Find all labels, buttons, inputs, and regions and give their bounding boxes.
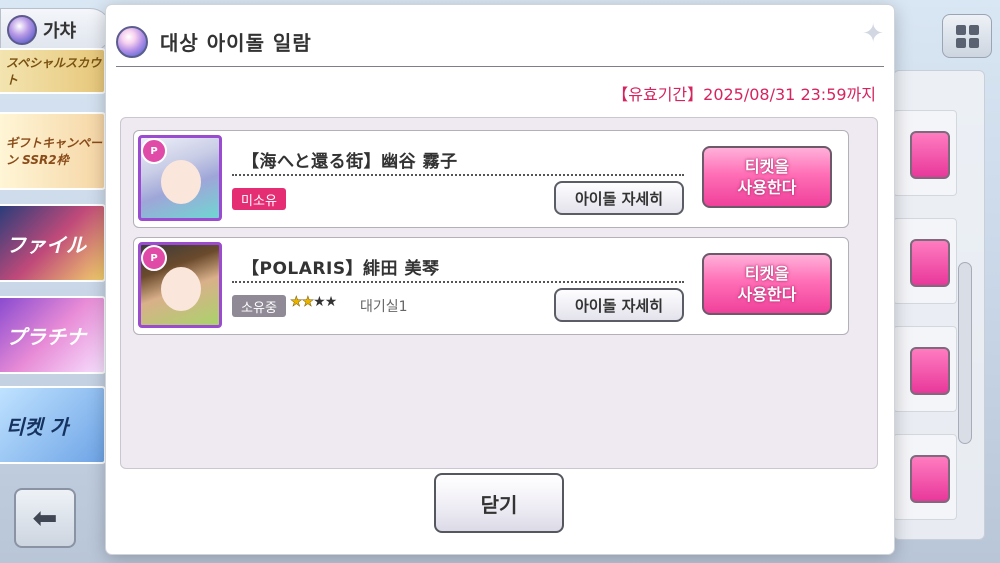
gacha-banner[interactable]: ファイル (0, 204, 106, 282)
menu-grid-button[interactable] (942, 14, 992, 58)
star-rating: ★★★★ (290, 294, 338, 311)
p-badge-icon: P (141, 245, 167, 271)
idol-detail-button[interactable]: 아이돌 자세히 (554, 288, 684, 322)
ownership-badge: 소유중 (232, 295, 286, 317)
dotted-divider (232, 174, 684, 176)
idol-row: P 【海へと還る街】幽谷 霧子 미소유 아이돌 자세히 티켓을 사용한다 (133, 130, 849, 228)
idol-detail-button[interactable]: 아이돌 자세히 (554, 181, 684, 215)
gacha-banner[interactable]: プラチナ (0, 296, 106, 374)
idol-portrait[interactable]: P (138, 242, 222, 328)
use-ticket-label: 티켓을 (744, 264, 790, 283)
background-card (893, 434, 957, 520)
gacha-banner[interactable]: スペシャルスカウト (0, 48, 106, 94)
use-ticket-label: 사용한다 (737, 178, 797, 197)
dialog-header: 대상 아이돌 일람 ✦ (116, 17, 884, 67)
gacha-header-title: 가챠 (43, 21, 77, 42)
gacha-banner[interactable]: ギフトキャンペーン SSR2枠 (0, 112, 106, 190)
background-scrollbar[interactable] (958, 262, 972, 444)
star-empty-icon: ★ (313, 294, 326, 310)
back-button[interactable]: ⬅ (14, 488, 76, 548)
room-label: 대기실1 (360, 299, 408, 315)
gacha-header[interactable]: 가챠 (0, 8, 112, 52)
gacha-orb-icon (116, 25, 148, 58)
star-empty-icon: ★ (324, 294, 338, 310)
idol-row: P 【POLARIS】緋田 美琴 소유중 ★★★★ 대기실1 아이돌 자세히 티… (133, 237, 849, 335)
idol-portrait[interactable]: P (138, 135, 222, 221)
validity-period: 【유효기간】2025/08/31 23:59까지 (612, 85, 876, 104)
background-card (893, 218, 957, 304)
idol-list: P 【海へと還る街】幽谷 霧子 미소유 아이돌 자세히 티켓을 사용한다 P 【… (120, 117, 878, 469)
target-idol-list-dialog: 대상 아이돌 일람 ✦ 【유효기간】2025/08/31 23:59까지 P 【… (106, 5, 894, 554)
grid-icon (955, 24, 979, 48)
gacha-orb-icon (7, 15, 37, 45)
use-ticket-button[interactable]: 티켓을 사용한다 (702, 253, 832, 315)
use-ticket-label: 사용한다 (737, 285, 797, 304)
star-filled-icon: ★ (290, 294, 303, 311)
idol-name: 【POLARIS】緋田 美琴 (242, 259, 440, 279)
idol-face (161, 160, 201, 204)
background-card (893, 326, 957, 412)
use-ticket-label: 티켓을 (744, 157, 790, 176)
ownership-badge: 미소유 (232, 188, 286, 210)
dialog-title: 대상 아이돌 일람 (160, 31, 312, 55)
close-button[interactable]: 닫기 (434, 473, 564, 533)
gacha-banner[interactable]: 티켓 가 (0, 386, 106, 464)
arrow-left-icon: ⬅ (32, 500, 58, 536)
dotted-divider (232, 281, 684, 283)
use-ticket-button[interactable]: 티켓을 사용한다 (702, 146, 832, 208)
star-filled-icon: ★ (301, 294, 314, 311)
p-badge-icon: P (141, 138, 167, 164)
sparkle-icon: ✦ (862, 19, 884, 49)
background-card (893, 110, 957, 196)
idol-name: 【海へと還る街】幽谷 霧子 (242, 152, 458, 172)
idol-face (161, 267, 201, 311)
